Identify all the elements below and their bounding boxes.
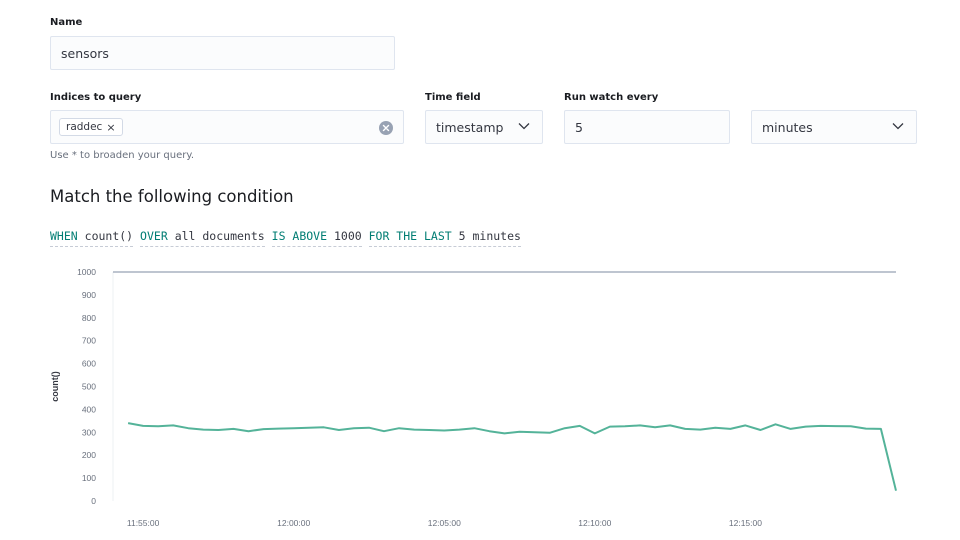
- x-tick-label: 12:10:00: [578, 518, 611, 528]
- y-tick-label: 900: [82, 290, 96, 300]
- y-tick-label: 300: [82, 427, 96, 437]
- chevron-down-icon: [892, 123, 904, 130]
- run-every-value: 5: [575, 119, 583, 135]
- name-label: Name: [50, 17, 83, 28]
- name-input-value: sensors: [61, 45, 109, 61]
- x-tick-label: 12:05:00: [428, 518, 461, 528]
- y-tick-label: 1000: [77, 267, 96, 277]
- indices-combobox[interactable]: raddec ×: [50, 110, 404, 144]
- threshold-expression-button[interactable]: IS ABOVE 1000: [271, 229, 362, 247]
- y-tick-label: 100: [82, 473, 96, 483]
- x-tick-label: 11:55:00: [127, 518, 160, 528]
- over-expression-button[interactable]: OVER all documents: [140, 229, 265, 247]
- name-input[interactable]: sensors: [50, 36, 395, 70]
- indices-label: Indices to query: [50, 92, 142, 103]
- y-axis-title: count(): [50, 371, 60, 402]
- condition-expression: WHEN count() OVER all documents IS ABOVE…: [50, 229, 521, 247]
- index-pill-label: raddec: [66, 121, 103, 133]
- y-tick-label: 600: [82, 359, 96, 369]
- y-tick-label: 0: [91, 496, 96, 506]
- time-field-value: timestamp: [436, 119, 504, 135]
- x-tick-label: 12:00:00: [277, 518, 310, 528]
- x-tick-label: 12:15:00: [729, 518, 762, 528]
- y-tick-label: 700: [82, 336, 96, 346]
- run-every-input[interactable]: 5: [564, 110, 730, 144]
- run-every-unit-value: minutes: [762, 119, 813, 135]
- y-tick-label: 200: [82, 450, 96, 460]
- window-expression-button[interactable]: FOR THE LAST 5 minutes: [368, 229, 521, 247]
- chevron-down-icon: [518, 123, 530, 130]
- run-every-label: Run watch every: [564, 92, 659, 103]
- time-field-label: Time field: [425, 92, 481, 103]
- run-every-unit-select[interactable]: minutes: [751, 110, 917, 144]
- when-expression-button[interactable]: WHEN count(): [50, 229, 134, 247]
- condition-heading: Match the following condition: [50, 187, 294, 206]
- count-series-line: [127, 422, 897, 491]
- clear-icon[interactable]: [379, 121, 393, 135]
- index-pill: raddec ×: [59, 118, 123, 136]
- indices-help-text: Use * to broaden your query.: [50, 150, 195, 161]
- remove-index-icon[interactable]: ×: [106, 121, 115, 134]
- y-tick-label: 400: [82, 404, 96, 414]
- y-tick-label: 800: [82, 313, 96, 323]
- y-tick-label: 500: [82, 382, 96, 392]
- condition-chart: 0 100 200 300 400 500 600 700 800 900 1000 11:55:00…: [50, 267, 897, 528]
- time-field-select[interactable]: timestamp: [425, 110, 543, 144]
